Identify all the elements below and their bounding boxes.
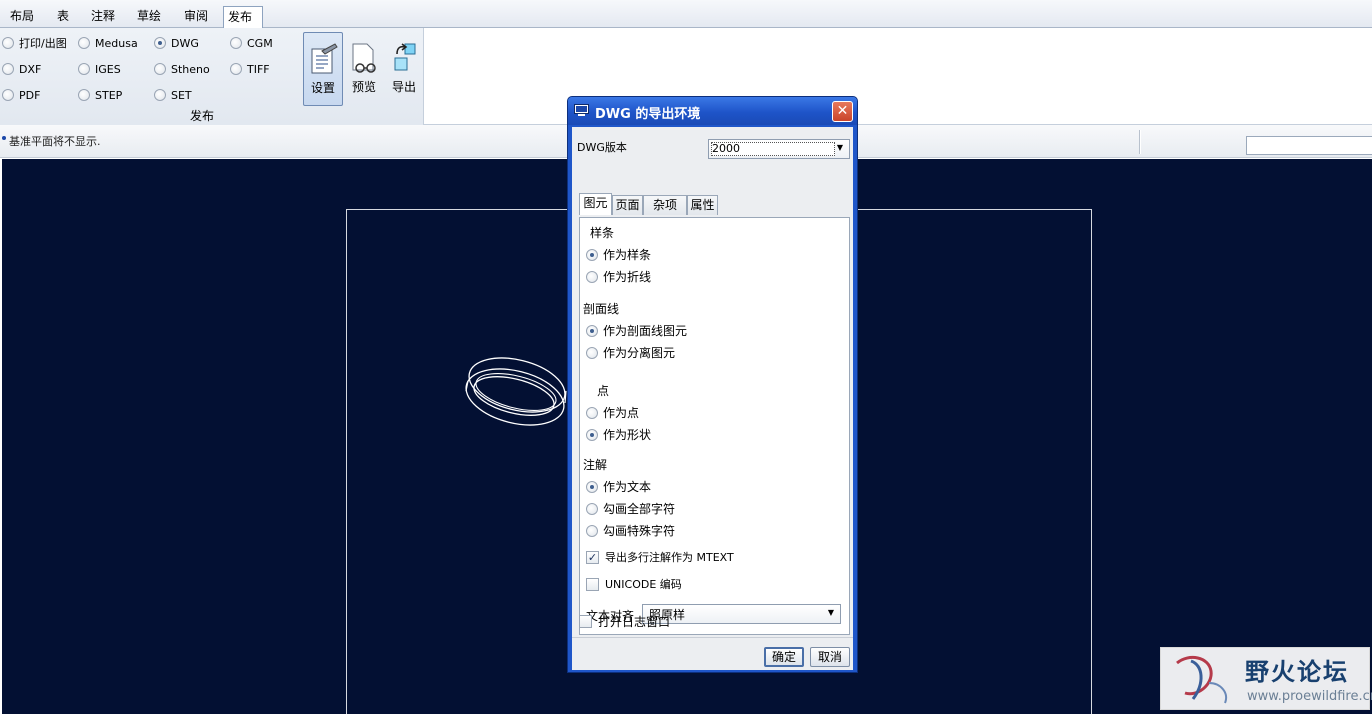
text-align-select[interactable]: 照原样 ▼	[642, 604, 841, 624]
export-cubes-icon	[394, 43, 416, 71]
entities-panel: 样条 作为样条 作为折线 剖面线 作为剖面线图元 作为分离图元 点 作为点 作为…	[579, 217, 850, 635]
close-icon[interactable]: ✕	[832, 101, 853, 122]
publish-group: 打印/出图 DXF PDF Medusa IGES STEP DWG Sthen…	[0, 28, 424, 125]
watermark-url: www.proewildfire.cn	[1247, 689, 1372, 704]
point-as-point-radio[interactable]: 作为点	[586, 404, 639, 421]
dialog-titlebar[interactable]: DWG 的导出环境 ✕	[568, 97, 857, 125]
message-bullet-icon	[2, 136, 6, 140]
section-hatch-heading: 剖面线	[583, 302, 620, 316]
watermark-title: 野火论坛	[1245, 658, 1349, 686]
note-stroke-special-radio[interactable]: 勾画特殊字符	[586, 522, 675, 539]
publish-group-label: 发布	[190, 109, 215, 123]
hatch-as-entity-radio[interactable]: 作为剖面线图元	[586, 322, 687, 339]
tab-annotate[interactable]: 注释	[87, 6, 119, 28]
dialog-window-icon	[574, 104, 589, 116]
chevron-down-icon: ▼	[827, 608, 834, 617]
format-step-radio[interactable]: STEP	[78, 87, 122, 103]
dialog-body: DWG版本 2000 ▼ 图元 页面 杂项 属性 样条 作为样条 作为折线 剖面…	[572, 127, 853, 670]
dwg-version-value: 2000	[712, 142, 740, 155]
dwg-version-select[interactable]: 2000 ▼	[708, 139, 850, 159]
chevron-down-icon: ▼	[836, 143, 843, 152]
tab-sketch[interactable]: 草绘	[133, 6, 165, 28]
ribbon-tab-bar: 布局 表 注释 草绘 审阅 发布	[0, 0, 1372, 29]
format-print-radio[interactable]: 打印/出图	[2, 35, 67, 51]
tab-publish[interactable]: 发布	[223, 6, 263, 29]
tab-table[interactable]: 表	[53, 6, 73, 28]
dwg-version-label: DWG版本	[577, 141, 627, 154]
settings-button[interactable]: 设置	[303, 32, 343, 106]
dialog-title: DWG 的导出环境	[595, 107, 701, 122]
checkmark-icon: ✓	[586, 550, 599, 564]
forum-logo-icon	[1176, 655, 1227, 704]
tab-page[interactable]: 页面	[612, 195, 643, 215]
format-medusa-radio[interactable]: Medusa	[78, 35, 138, 51]
preview-button[interactable]: 预览	[344, 32, 384, 106]
format-iges-radio[interactable]: IGES	[78, 61, 121, 77]
note-stroke-all-radio[interactable]: 勾画全部字符	[586, 500, 675, 517]
ring-model-view	[465, 357, 567, 426]
ok-button[interactable]: 确定	[764, 647, 804, 667]
note-as-text-radio[interactable]: 作为文本	[586, 478, 651, 495]
export-button[interactable]: 导出	[384, 32, 424, 106]
spline-as-polyline-radio[interactable]: 作为折线	[586, 268, 651, 285]
command-search-input[interactable]	[1246, 136, 1372, 155]
spline-as-spline-radio[interactable]: 作为样条	[586, 246, 651, 263]
cancel-button[interactable]: 取消	[810, 647, 850, 667]
message-separator	[1139, 130, 1141, 154]
section-point-heading: 点	[597, 384, 610, 398]
hatch-as-separate-radio[interactable]: 作为分离图元	[586, 344, 675, 361]
format-dxf-radio[interactable]: DXF	[2, 61, 41, 77]
tab-attributes[interactable]: 属性	[687, 195, 718, 215]
message-text: 基准平面将不显示.	[9, 135, 101, 148]
tab-entities[interactable]: 图元	[579, 193, 612, 215]
tab-review[interactable]: 审阅	[180, 6, 212, 28]
format-tiff-radio[interactable]: TIFF	[230, 61, 270, 77]
format-stheno-radio[interactable]: Stheno	[154, 61, 210, 77]
format-dwg-radio[interactable]: DWG	[154, 35, 199, 51]
mtext-checkbox[interactable]: ✓ 导出多行注解作为 MTEXT	[586, 549, 734, 565]
tab-misc[interactable]: 杂项	[643, 195, 687, 215]
tab-layout[interactable]: 布局	[6, 6, 38, 28]
forum-watermark: 野火论坛 www.proewildfire.cn	[1160, 647, 1372, 710]
format-set-radio[interactable]: SET	[154, 87, 192, 103]
format-cgm-radio[interactable]: CGM	[230, 35, 273, 51]
unicode-checkbox[interactable]: UNICODE 编码	[586, 576, 682, 592]
preview-glasses-icon	[352, 43, 376, 73]
point-as-shape-radio[interactable]: 作为形状	[586, 426, 651, 443]
format-pdf-radio[interactable]: PDF	[2, 87, 40, 103]
section-note-heading: 注解	[583, 458, 608, 472]
open-log-window-checkbox[interactable]: 打开日志窗口	[579, 613, 670, 630]
settings-sheet-icon	[311, 43, 338, 74]
dwg-export-dialog: DWG 的导出环境 ✕ DWG版本 2000 ▼ 图元 页面 杂项 属性 样条 …	[567, 96, 858, 673]
dialog-separator	[572, 637, 853, 638]
section-spline-heading: 样条	[590, 226, 615, 240]
